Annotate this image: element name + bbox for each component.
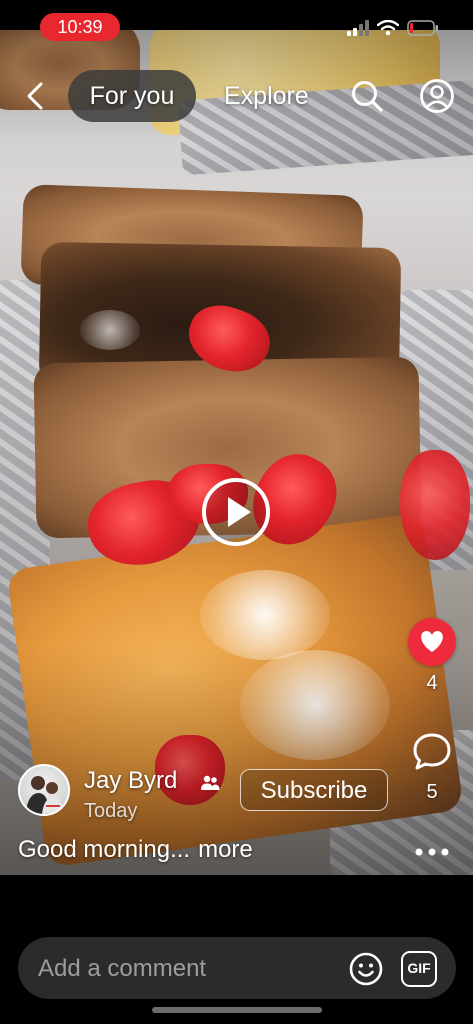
wifi-icon	[376, 19, 400, 41]
profile-button[interactable]	[419, 78, 455, 114]
comment-bar: GIF	[18, 937, 456, 1001]
smiley-icon	[349, 952, 383, 986]
chevron-left-icon	[27, 82, 43, 110]
back-button[interactable]	[18, 76, 52, 116]
post-caption[interactable]: Good morning... more	[18, 836, 253, 864]
tab-for-you[interactable]: For you	[68, 70, 196, 122]
comment-count: 5	[426, 781, 438, 803]
caption-more-link[interactable]: more	[198, 836, 253, 863]
more-options-button[interactable]	[412, 838, 452, 866]
emoji-button[interactable]	[348, 951, 384, 987]
subscribe-button[interactable]: Subscribe	[240, 769, 388, 811]
status-icons	[347, 19, 439, 41]
play-button[interactable]	[201, 477, 271, 547]
group-icon	[201, 775, 220, 790]
signal-icon	[347, 19, 369, 41]
powdered-sugar-3	[80, 310, 140, 350]
strawberry-6	[400, 450, 470, 560]
avatar-photo	[26, 776, 64, 814]
heart-icon	[421, 631, 443, 652]
comment-input[interactable]	[36, 937, 340, 1001]
profile-icon	[420, 79, 454, 113]
post-media-image[interactable]	[0, 30, 473, 875]
tab-explore[interactable]: Explore	[224, 70, 309, 122]
status-time: 10:39	[40, 13, 120, 41]
top-nav: For you Explore	[0, 68, 473, 126]
avatar[interactable]	[18, 764, 70, 816]
battery-icon	[407, 19, 439, 41]
home-indicator[interactable]	[152, 1007, 322, 1013]
post-timestamp: Today	[84, 800, 138, 822]
reels-screen: 10:39 For you Explore 4 5 Jay Byrd Today…	[0, 0, 473, 1024]
play-icon	[202, 478, 270, 546]
comment-button[interactable]	[408, 728, 456, 776]
like-button[interactable]	[408, 618, 456, 666]
author-name[interactable]: Jay Byrd	[84, 767, 177, 795]
gif-button[interactable]: GIF	[401, 951, 437, 987]
comment-icon	[413, 733, 451, 770]
more-horizontal-icon	[415, 848, 449, 856]
caption-text: Good morning...	[18, 836, 191, 863]
search-icon	[352, 81, 383, 112]
search-button[interactable]	[349, 78, 385, 114]
like-count: 4	[426, 672, 438, 694]
